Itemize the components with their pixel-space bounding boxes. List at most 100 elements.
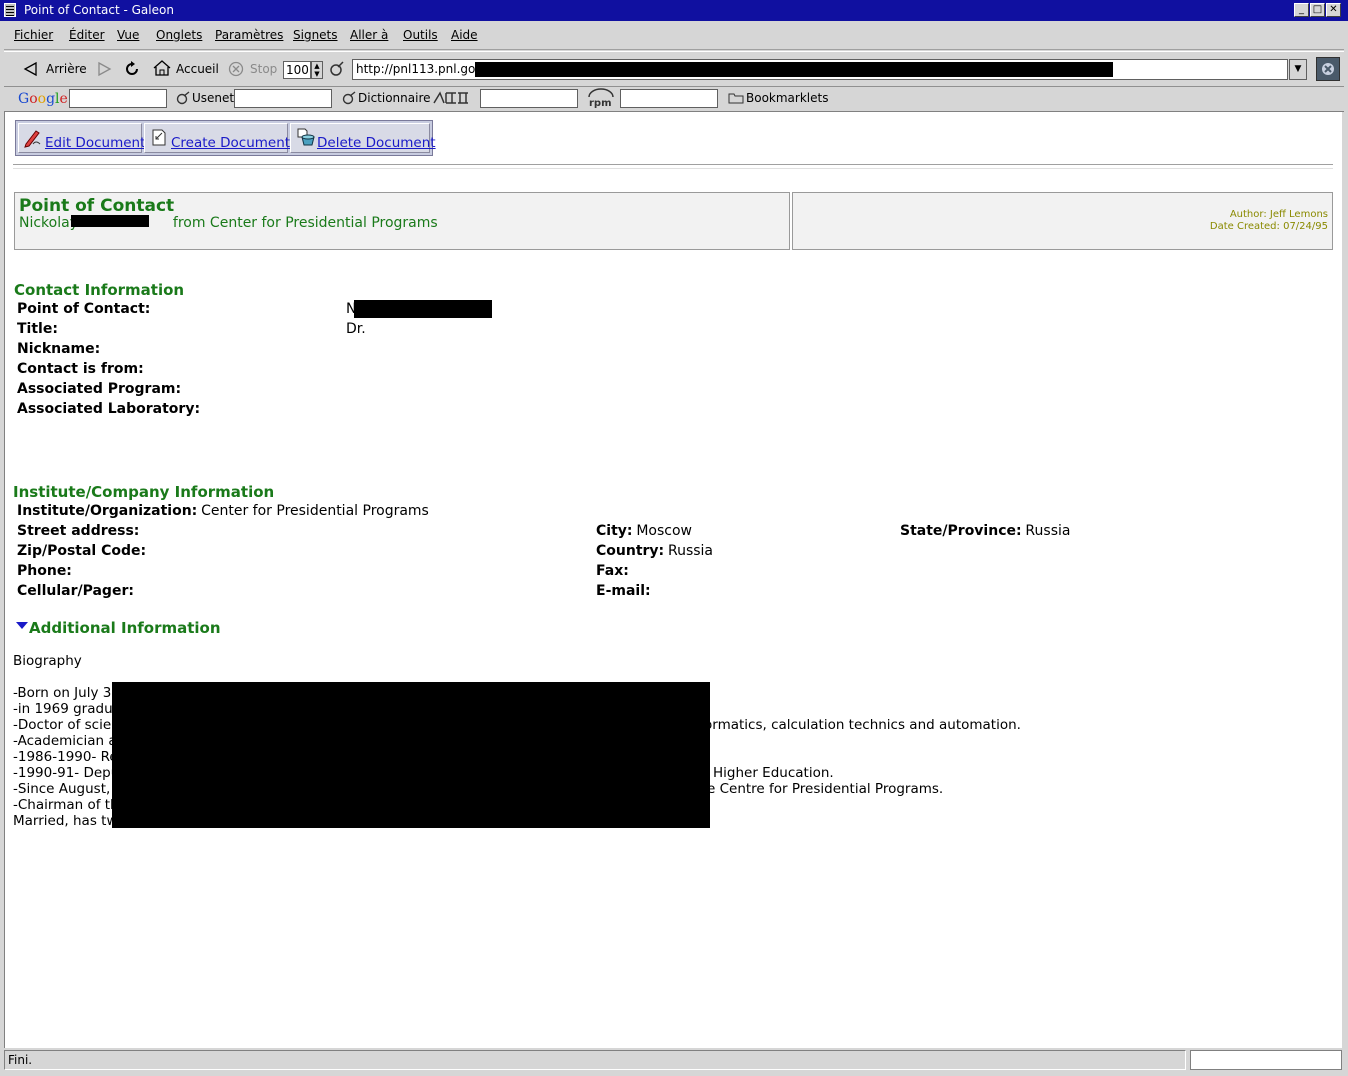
title-value: Dr. bbox=[346, 321, 366, 337]
window-menu-icon[interactable] bbox=[4, 3, 16, 17]
menu-vue[interactable]: Vue bbox=[117, 28, 139, 42]
organization-label: Institute/Organization: bbox=[17, 503, 198, 519]
menu-aide[interactable]: Aide bbox=[451, 28, 478, 42]
back-button[interactable]: Arrière bbox=[46, 62, 87, 76]
google-search-input[interactable] bbox=[69, 89, 167, 108]
bookmarklets-folder[interactable]: Bookmarklets bbox=[746, 91, 828, 105]
country-value: Russia bbox=[667, 543, 714, 559]
home-button[interactable]: Accueil bbox=[176, 62, 219, 76]
city-row: City: Moscow bbox=[596, 523, 692, 539]
additional-heading[interactable]: Additional Information bbox=[29, 619, 221, 637]
country-label: Country: bbox=[596, 543, 665, 559]
create-document-label: Create Document bbox=[171, 135, 291, 151]
title-label: Title: bbox=[17, 321, 58, 337]
url-dropdown-button[interactable]: ▼ bbox=[1289, 59, 1307, 80]
document-meta: Author: Jeff Lemons Date Created: 07/24/… bbox=[1210, 209, 1328, 233]
back-arrow-icon[interactable] bbox=[22, 61, 40, 77]
menu-signets[interactable]: Signets bbox=[293, 28, 338, 42]
folder-icon bbox=[728, 93, 744, 104]
collapse-triangle-icon[interactable] bbox=[15, 621, 29, 631]
edit-document-button[interactable]: Edit Document bbox=[18, 123, 145, 153]
bio-line-tail: e Centre for Presidential Programs. bbox=[707, 781, 944, 797]
subtitle-redaction bbox=[71, 215, 149, 227]
poc-meta-box: Author: Jeff Lemons Date Created: 07/24/… bbox=[792, 192, 1333, 250]
throbber-icon[interactable] bbox=[1316, 57, 1340, 81]
minimize-button[interactable]: _ bbox=[1294, 3, 1309, 17]
zip-label: Zip/Postal Code: bbox=[17, 543, 147, 559]
organization-row: Institute/Organization: Center for Presi… bbox=[17, 503, 429, 519]
zoom-stepper[interactable]: ▲ ▼ bbox=[311, 61, 323, 79]
search-toolbar: Google Usenet Dictionnaire rpm Bookmarkl… bbox=[4, 86, 1344, 112]
nickname-label: Nickname: bbox=[17, 341, 101, 357]
bio-line: -Born on July 3 bbox=[13, 685, 112, 701]
close-button[interactable]: ✕ bbox=[1326, 3, 1341, 17]
phone-label: Phone: bbox=[17, 563, 72, 579]
home-icon[interactable] bbox=[152, 59, 172, 77]
pencil-icon bbox=[24, 130, 41, 148]
poc-subtitle-suffix: from Center for Presidential Programs bbox=[172, 215, 438, 231]
poc-label: Point of Contact: bbox=[17, 301, 151, 317]
contact-from-label: Contact is from: bbox=[17, 361, 144, 377]
street-label: Street address: bbox=[17, 523, 140, 539]
bio-line: -in 1969 gradua bbox=[13, 701, 121, 717]
stop-button[interactable]: Stop bbox=[250, 62, 277, 76]
divider bbox=[13, 164, 1333, 169]
page-title: Point of Contact bbox=[19, 196, 175, 216]
menu-fichier[interactable]: Fichier bbox=[14, 28, 53, 42]
menubar: Fichier Éditer Vue Onglets Paramètres Si… bbox=[4, 23, 1344, 50]
site-favicon-icon bbox=[330, 61, 344, 76]
bio-line: Married, has tw bbox=[13, 813, 118, 829]
url-text: http://pnl113.pnl.gov/ bbox=[356, 62, 487, 76]
bio-line: -1990-91- Depu bbox=[13, 765, 120, 781]
dictionary-label: Dictionnaire bbox=[358, 91, 431, 105]
contact-heading: Contact Information bbox=[14, 281, 185, 299]
maximize-button[interactable]: □ bbox=[1310, 3, 1325, 17]
poc-subtitle-prefix: Nickolay bbox=[19, 215, 78, 231]
imdb-search-input[interactable] bbox=[480, 89, 578, 108]
rpm-logo-icon: rpm bbox=[588, 88, 614, 108]
forward-arrow-icon[interactable] bbox=[96, 61, 112, 77]
delete-document-icon bbox=[297, 128, 315, 146]
page-content: Edit Document Create Document Delete Doc… bbox=[4, 112, 1342, 1048]
biography-redaction bbox=[112, 682, 710, 828]
bio-line-tail: ormatics, calculation technics and autom… bbox=[704, 717, 1021, 733]
new-document-icon bbox=[152, 129, 166, 146]
dictionary-search-icon bbox=[342, 91, 356, 105]
program-label: Associated Program: bbox=[17, 381, 182, 397]
email-label: E-mail: bbox=[596, 583, 651, 599]
rpm-search-input[interactable] bbox=[620, 89, 718, 108]
delete-document-label: Delete Document bbox=[317, 135, 436, 151]
menu-aller[interactable]: Aller à bbox=[350, 28, 388, 42]
usenet-search-input[interactable] bbox=[234, 89, 332, 108]
bio-line: -Academician a bbox=[13, 733, 117, 749]
bio-line: -Since August, bbox=[13, 781, 111, 797]
status-progress bbox=[1190, 1050, 1342, 1070]
bio-line: -1986-1990- Re bbox=[13, 749, 118, 765]
reload-icon[interactable] bbox=[123, 60, 141, 78]
document-actions: Edit Document Create Document Delete Doc… bbox=[15, 120, 436, 156]
svg-text:rpm: rpm bbox=[589, 98, 612, 108]
state-value: Russia bbox=[1025, 523, 1071, 539]
navigation-toolbar: Arrière Accueil Stop 100 ▲ ▼ http://pnl11… bbox=[4, 51, 1344, 87]
author: Author: Jeff Lemons bbox=[1229, 209, 1328, 220]
delete-document-button[interactable]: Delete Document bbox=[290, 123, 436, 153]
menu-outils[interactable]: Outils bbox=[403, 28, 438, 42]
menu-onglets[interactable]: Onglets bbox=[156, 28, 202, 42]
status-bar: Fini. bbox=[4, 1050, 1186, 1070]
url-redaction bbox=[475, 62, 1113, 77]
date-created: Date Created: 07/24/95 bbox=[1209, 221, 1328, 232]
url-input[interactable]: http://pnl113.pnl.gov/ bbox=[352, 59, 1288, 80]
laboratory-label: Associated Laboratory: bbox=[17, 401, 201, 417]
menu-editer[interactable]: Éditer bbox=[69, 28, 105, 42]
bio-line-tail: Higher Education. bbox=[713, 765, 834, 781]
create-document-button[interactable]: Create Document bbox=[144, 123, 291, 153]
fax-label: Fax: bbox=[596, 563, 629, 579]
city-value: Moscow bbox=[636, 523, 692, 539]
state-label: State/Province: bbox=[900, 523, 1022, 539]
stop-icon[interactable] bbox=[228, 61, 244, 77]
svg-text:Google: Google bbox=[18, 91, 68, 107]
zoom-input[interactable]: 100 bbox=[283, 61, 311, 79]
poc-header-box: Point of Contact Nickolay from Center fo… bbox=[14, 192, 790, 250]
menu-parametres[interactable]: Paramètres bbox=[215, 28, 283, 42]
cellular-label: Cellular/Pager: bbox=[17, 583, 134, 599]
